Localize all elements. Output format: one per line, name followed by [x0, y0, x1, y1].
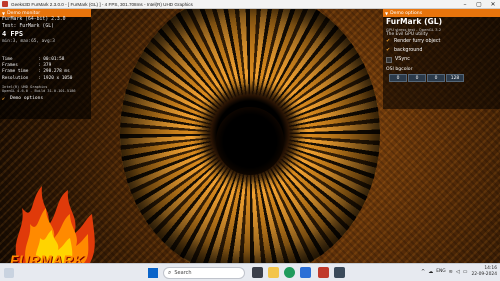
- speaker-icon[interactable]: ◁: [456, 269, 460, 275]
- task-view-icon[interactable]: [252, 267, 263, 278]
- collapse-arrow-icon[interactable]: ▼: [2, 11, 5, 16]
- widgets-icon[interactable]: [4, 268, 14, 278]
- demo-monitor-title: Demo monitor: [7, 10, 41, 16]
- bgcolor-a-input[interactable]: 128: [446, 74, 464, 82]
- checkmark-icon: ✔: [386, 38, 391, 44]
- bgcolor-g-input[interactable]: 0: [408, 74, 426, 82]
- minimize-button[interactable]: –: [458, 0, 472, 9]
- file-explorer-icon[interactable]: [268, 267, 279, 278]
- fps-readout: 4 FPS: [2, 30, 24, 39]
- checkmark-icon: ✔: [2, 95, 6, 102]
- test-line: Test: FurMark (GL): [2, 23, 54, 29]
- start-button[interactable]: [148, 268, 158, 278]
- window-controls: – ▢ ✕: [458, 0, 500, 9]
- system-tray: ^ ☁ ENG ≋ ◁ ▭ 14:16 22-09-2024: [418, 266, 497, 277]
- background-label: background: [394, 48, 423, 53]
- window-titlebar: Geeks3D FurMark 2.3.0.0 - [ FurMark (GL)…: [0, 0, 500, 9]
- app-taskbar-icon[interactable]: [334, 267, 345, 278]
- stat-row-resolution: Resolution : 1920 x 1050: [2, 76, 76, 82]
- windows-taskbar: ⌕ Search ^ ☁ ENG ≋ ◁ ▭ 14:16 22-09-2024: [0, 263, 500, 281]
- demo-monitor-header[interactable]: ▼ Demo monitor: [0, 9, 91, 17]
- search-icon: ⌕: [168, 269, 172, 276]
- bgcolor-inputs: 0 0 0 128: [389, 74, 500, 82]
- chevron-up-icon[interactable]: ^: [421, 269, 425, 275]
- maximize-button[interactable]: ▢: [472, 0, 486, 9]
- clock-date: 22-09-2024: [471, 271, 497, 277]
- search-placeholder: Search: [174, 270, 192, 276]
- render-furry-label: Render furry object: [394, 39, 441, 44]
- battery-icon[interactable]: ▭: [463, 269, 468, 275]
- stat-value: : 1920 x 1050: [38, 75, 73, 81]
- taskbar-search-box[interactable]: ⌕ Search: [163, 267, 245, 279]
- bgcolor-label: OSI bgcolor: [386, 67, 413, 72]
- vsync-label: VSync: [395, 57, 410, 62]
- furmark-gl-brand: FurMark (GL): [386, 17, 443, 26]
- render-furry-checkbox[interactable]: ✔ Render furry object: [383, 37, 500, 46]
- furmark-app-icon: [2, 1, 8, 7]
- fps-minmax: min:3, max:65, avg:3: [2, 39, 55, 45]
- vsync-checkbox[interactable]: VSync: [383, 55, 500, 64]
- bgcolor-b-input[interactable]: 0: [427, 74, 445, 82]
- demo-options-panel: ▼ Demo options FurMark (GL) GPU stress t…: [383, 9, 500, 109]
- taskbar-clock[interactable]: 14:16 22-09-2024: [471, 266, 497, 277]
- store-icon[interactable]: [300, 267, 311, 278]
- close-button[interactable]: ✕: [486, 0, 500, 9]
- collapse-arrow-icon[interactable]: ▼: [385, 11, 388, 16]
- stats-grid: Time: 00:01:58 Frames: 379 Frame time: 2…: [2, 57, 76, 102]
- edge-browser-icon[interactable]: [284, 267, 295, 278]
- demo-options-toggle-label: Demo options: [10, 96, 44, 101]
- torus-hole: [216, 107, 284, 175]
- opengl-version: OpenGL 4.6.0 - Build 31.0.101.5186: [2, 89, 76, 94]
- unchecked-box-icon: [386, 56, 392, 63]
- demo-monitor-panel: ▼ Demo monitor FurMark (64-bit) 2.3.0 Te…: [0, 9, 91, 119]
- demo-options-header[interactable]: ▼ Demo options: [383, 9, 500, 17]
- furmark-taskbar-icon[interactable]: [318, 267, 329, 278]
- cloud-icon[interactable]: ☁: [428, 269, 433, 275]
- version-line: FurMark (64-bit) 2.3.0: [2, 17, 66, 22]
- wifi-icon[interactable]: ≋: [449, 269, 453, 275]
- window-title: Geeks3D FurMark 2.3.0.0 - [ FurMark (GL)…: [11, 1, 193, 7]
- checkmark-icon: ✔: [386, 47, 391, 53]
- stat-key: Resolution: [2, 75, 29, 81]
- background-checkbox[interactable]: ✔ background: [383, 46, 500, 55]
- demo-options-toggle[interactable]: ✔ Demo options: [2, 96, 76, 102]
- demo-options-title: Demo options: [390, 10, 423, 16]
- bgcolor-r-input[interactable]: 0: [389, 74, 407, 82]
- lang-indicator[interactable]: ENG: [436, 269, 445, 274]
